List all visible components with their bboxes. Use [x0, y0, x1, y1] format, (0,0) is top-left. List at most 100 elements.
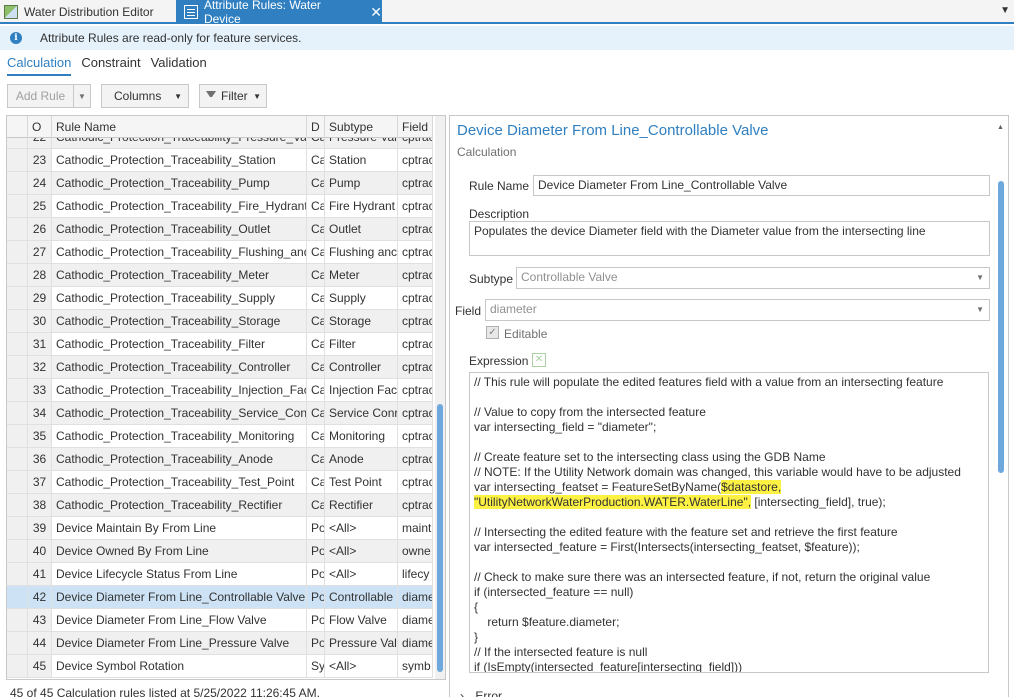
scrollbar-thumb[interactable] — [437, 404, 443, 672]
tab-validation[interactable]: Validation — [151, 55, 207, 76]
cell-order[interactable]: 28 — [28, 264, 52, 286]
row-selector[interactable] — [7, 310, 28, 332]
cell-subtype[interactable]: Anode — [325, 448, 398, 470]
cell-subtype[interactable]: Flow Valve — [325, 609, 398, 631]
table-row[interactable]: 27 Cathodic_Protection_Traceability_Flush… — [7, 241, 433, 264]
row-selector[interactable] — [7, 563, 28, 585]
table-row[interactable]: 25 Cathodic_Protection_Traceability_Fire_… — [7, 195, 433, 218]
cell-field[interactable]: cptrac — [398, 448, 433, 470]
cell-subtype[interactable]: Flushing anc — [325, 241, 398, 263]
cell-rule-name[interactable]: Device Diameter From Line_Controllable V… — [52, 586, 307, 608]
row-selector[interactable] — [7, 471, 28, 493]
cell-order[interactable]: 26 — [28, 218, 52, 240]
cell-subtype[interactable]: Monitoring — [325, 425, 398, 447]
table-row[interactable]: 28 Cathodic_Protection_Traceability_Meter… — [7, 264, 433, 287]
cell-description[interactable]: Ca — [307, 149, 325, 171]
cell-field[interactable]: diame — [398, 586, 433, 608]
cell-field[interactable]: cptrac — [398, 356, 433, 378]
cell-description[interactable]: Po — [307, 540, 325, 562]
cell-field[interactable]: diame — [398, 632, 433, 654]
row-selector[interactable] — [7, 494, 28, 516]
header-field[interactable]: Field — [398, 116, 433, 138]
cell-field[interactable]: diame — [398, 609, 433, 631]
cell-subtype[interactable]: <All> — [325, 540, 398, 562]
header-order[interactable]: O — [28, 116, 52, 138]
table-row[interactable]: 39 Device Maintain By From Line Po <All> mai… — [7, 517, 433, 540]
cell-description[interactable]: Ca — [307, 494, 325, 516]
cell-description[interactable]: Ca — [307, 264, 325, 286]
tab-calculation[interactable]: Calculation — [7, 55, 72, 76]
cell-description[interactable]: Po — [307, 517, 325, 539]
cell-description[interactable]: Ca — [307, 356, 325, 378]
row-selector[interactable] — [7, 540, 28, 562]
cell-rule-name[interactable]: Cathodic_Protection_Traceability_Supply — [52, 287, 307, 309]
cell-field[interactable]: cptrac — [398, 138, 433, 148]
cell-description[interactable]: Ca — [307, 333, 325, 355]
cell-order[interactable]: 44 — [28, 632, 52, 654]
scrollbar-thumb[interactable] — [998, 181, 1004, 473]
cell-rule-name[interactable]: Cathodic_Protection_Traceability_Anode — [52, 448, 307, 470]
add-rule-button[interactable]: Add Rule ▼ — [7, 84, 91, 108]
row-selector[interactable] — [7, 609, 28, 631]
grid-scrollbar[interactable] — [435, 116, 445, 679]
cell-rule-name[interactable]: Device Symbol Rotation — [52, 655, 307, 677]
row-selector[interactable] — [7, 333, 28, 355]
cell-field[interactable]: cptrac — [398, 494, 433, 516]
table-row[interactable]: 38 Cathodic_Protection_Traceability_Recti… — [7, 494, 433, 517]
cell-subtype[interactable]: Supply — [325, 287, 398, 309]
cell-rule-name[interactable]: Cathodic_Protection_Traceability_Meter — [52, 264, 307, 286]
cell-field[interactable]: cptrac — [398, 149, 433, 171]
row-selector[interactable] — [7, 264, 28, 286]
description-input[interactable]: Populates the device Diameter field with… — [469, 221, 990, 256]
cell-field[interactable]: owne — [398, 540, 433, 562]
cell-rule-name[interactable]: Cathodic_Protection_Traceability_Control… — [52, 356, 307, 378]
cell-description[interactable]: Ca — [307, 172, 325, 194]
cell-description[interactable]: Po — [307, 609, 325, 631]
cell-description[interactable]: Ca — [307, 195, 325, 217]
cell-subtype[interactable]: Meter — [325, 264, 398, 286]
table-row[interactable]: 40 Device Owned By From Line Po <All> owne — [7, 540, 433, 563]
row-selector[interactable] — [7, 379, 28, 401]
cell-rule-name[interactable]: Cathodic_Protection_Traceability_Test_Po… — [52, 471, 307, 493]
row-selector[interactable] — [7, 632, 28, 654]
row-selector[interactable] — [7, 218, 28, 240]
cell-field[interactable]: cptrac — [398, 402, 433, 424]
cell-order[interactable]: 30 — [28, 310, 52, 332]
subtype-dropdown[interactable]: Controllable Valve ▼ — [516, 267, 990, 289]
cell-field[interactable]: symb — [398, 655, 433, 677]
cell-field[interactable]: cptrac — [398, 425, 433, 447]
table-row[interactable]: 45 Device Symbol Rotation Sy <All> symb — [7, 655, 433, 678]
table-row[interactable]: 42 Device Diameter From Line_Controllable… — [7, 586, 433, 609]
cell-field[interactable]: cptrac — [398, 287, 433, 309]
cell-description[interactable]: Ca — [307, 310, 325, 332]
error-section[interactable]: › Error — [460, 689, 502, 697]
row-selector[interactable] — [7, 172, 28, 194]
panel-scrollbar[interactable]: ▲ — [996, 124, 1006, 691]
cell-subtype[interactable]: <All> — [325, 563, 398, 585]
cell-field[interactable]: cptrac — [398, 333, 433, 355]
cell-description[interactable]: Ca — [307, 138, 325, 148]
cell-order[interactable]: 25 — [28, 195, 52, 217]
cell-rule-name[interactable]: Device Owned By From Line — [52, 540, 307, 562]
cell-subtype[interactable]: Controllable — [325, 586, 398, 608]
cell-order[interactable]: 27 — [28, 241, 52, 263]
cell-rule-name[interactable]: Device Diameter From Line_Flow Valve — [52, 609, 307, 631]
cell-description[interactable]: Ca — [307, 218, 325, 240]
table-row[interactable]: 36 Cathodic_Protection_Traceability_Anode… — [7, 448, 433, 471]
cell-order[interactable]: 34 — [28, 402, 52, 424]
cell-subtype[interactable]: Fire Hydrant — [325, 195, 398, 217]
table-row[interactable]: 24 Cathodic_Protection_Traceability_Pump C… — [7, 172, 433, 195]
cell-description[interactable]: Po — [307, 563, 325, 585]
cell-description[interactable]: Sy — [307, 655, 325, 677]
cell-field[interactable]: lifecy — [398, 563, 433, 585]
cell-order[interactable]: 33 — [28, 379, 52, 401]
cell-rule-name[interactable]: Cathodic_Protection_Traceability_Pump — [52, 172, 307, 194]
cell-order[interactable]: 22 — [28, 138, 52, 148]
table-row[interactable]: 44 Device Diameter From Line_Pressure Val… — [7, 632, 433, 655]
row-selector[interactable] — [7, 425, 28, 447]
cell-order[interactable]: 45 — [28, 655, 52, 677]
cell-description[interactable]: Ca — [307, 287, 325, 309]
header-rule-name[interactable]: Rule Name — [52, 116, 307, 138]
scroll-up-icon[interactable]: ▲ — [997, 124, 1004, 131]
cell-field[interactable]: cptrac — [398, 218, 433, 240]
